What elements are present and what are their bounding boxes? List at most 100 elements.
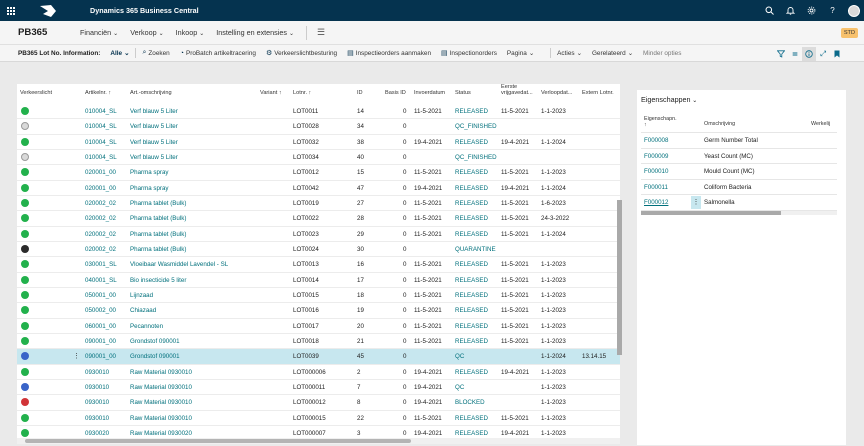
- vertical-scrollbar[interactable]: [617, 200, 622, 355]
- status-cell[interactable]: QC: [455, 384, 464, 391]
- description-cell[interactable]: Pharma tablet (Bulk): [130, 231, 186, 238]
- table-row[interactable]: 050002_00 Chiazaad LOT0016 19 0 11-5-2021 RELE…: [17, 303, 620, 319]
- status-cell[interactable]: RELEASED: [455, 139, 488, 146]
- inspection-orders-action[interactable]: ▤ Inspectionorders: [441, 49, 497, 58]
- status-cell[interactable]: RELEASED: [455, 277, 488, 284]
- item-no-cell[interactable]: 010004_SL: [85, 154, 117, 161]
- table-row[interactable]: 0930010 Raw Material 0930010 LOT000011 7 0 19…: [17, 380, 620, 396]
- hamburger-icon[interactable]: ☰: [317, 27, 325, 38]
- item-no-cell[interactable]: 010004_SL: [85, 139, 117, 146]
- table-row[interactable]: 020002_02 Pharma tablet (Bulk) LOT0024 30 0 Q…: [17, 242, 620, 258]
- property-row[interactable]: F000008 Germ Number Total: [641, 133, 837, 149]
- description-cell[interactable]: Pecannoten: [130, 323, 163, 330]
- info-pane-icon[interactable]: [802, 46, 816, 61]
- description-cell[interactable]: Pharma tablet (Bulk): [130, 200, 186, 207]
- status-cell[interactable]: RELEASED: [455, 108, 488, 115]
- traffic-light-control-action[interactable]: ⚙ Verkeerslichtbesturing: [266, 49, 337, 58]
- item-no-cell[interactable]: 020002_02: [85, 200, 116, 207]
- column-header-expiry[interactable]: Verloopdat...: [541, 90, 572, 96]
- item-no-cell[interactable]: 010004_SL: [85, 108, 117, 115]
- fewer-options-button[interactable]: Minder opties: [643, 50, 681, 57]
- status-cell[interactable]: QC_FINISHED: [455, 123, 497, 130]
- description-cell[interactable]: Chiazaad: [130, 307, 156, 314]
- status-cell[interactable]: QC: [455, 353, 464, 360]
- item-no-cell[interactable]: 020002_02: [85, 215, 116, 222]
- item-no-cell[interactable]: 0930010: [85, 369, 109, 376]
- description-cell[interactable]: Grondstof 090001: [130, 338, 180, 345]
- status-cell[interactable]: RELEASED: [455, 261, 488, 268]
- column-header-id[interactable]: ID: [357, 90, 363, 96]
- status-cell[interactable]: QC_FINISHED: [455, 154, 497, 161]
- column-header-actual[interactable]: Werkelij: [811, 121, 830, 127]
- expand-icon[interactable]: ⤢: [816, 47, 830, 61]
- factbox-scrollbar[interactable]: [641, 211, 837, 215]
- table-row[interactable]: 010004_SL Verf blauw 5 Liter LOT0028 34 0 QC_…: [17, 119, 620, 135]
- nav-item-instelling[interactable]: Instelling en extensies: [216, 28, 294, 37]
- page-menu[interactable]: Pagina: [507, 49, 534, 57]
- bookmark-icon[interactable]: [830, 47, 844, 61]
- table-row[interactable]: 040001_SL Bio insecticide 5 liter LOT0014 1…: [17, 273, 620, 288]
- column-header-basis-id[interactable]: Basis ID: [385, 90, 406, 96]
- status-cell[interactable]: RELEASED: [455, 369, 488, 376]
- description-cell[interactable]: Pharma tablet (Bulk): [130, 246, 186, 253]
- column-header-variant[interactable]: Variant ↑: [260, 90, 282, 96]
- item-no-cell[interactable]: 020002_02: [85, 246, 116, 253]
- avatar[interactable]: [848, 4, 860, 17]
- description-cell[interactable]: Verf blauw 5 Liter: [130, 139, 178, 146]
- table-row[interactable]: 010004_SL Verf blauw 5 Liter LOT0034 40 0 QC_…: [17, 150, 620, 166]
- table-row[interactable]: 020002_02 Pharma tablet (Bulk) LOT0022 28 0 1…: [17, 211, 620, 227]
- table-row[interactable]: 060001_00 Pecannoten LOT0017 20 0 11-5-2021 RE…: [17, 319, 620, 334]
- status-cell[interactable]: RELEASED: [455, 292, 488, 299]
- table-row[interactable]: 020001_00 Pharma spray LOT0042 47 0 19-4-2021…: [17, 181, 620, 196]
- description-cell[interactable]: Raw Material 0930020: [130, 430, 192, 437]
- table-row[interactable]: 010004_SL Verf blauw 5 Liter LOT0011 14 0 11-…: [17, 104, 620, 120]
- property-code-link[interactable]: F000012: [644, 199, 668, 206]
- description-cell[interactable]: Raw Material 0930010: [130, 369, 192, 376]
- factbox-title[interactable]: Eigenschappen: [641, 95, 697, 104]
- status-cell[interactable]: RELEASED: [455, 185, 488, 192]
- item-no-cell[interactable]: 050002_00: [85, 307, 116, 314]
- item-no-cell[interactable]: 020001_00: [85, 185, 116, 192]
- scrollbar-thumb[interactable]: [25, 439, 411, 443]
- property-code-link[interactable]: F000009: [644, 153, 668, 160]
- status-cell[interactable]: RELEASED: [455, 323, 488, 330]
- status-cell[interactable]: RELEASED: [455, 430, 488, 437]
- description-cell[interactable]: Raw Material 0930010: [130, 384, 192, 391]
- description-cell[interactable]: Raw Material 0930010: [130, 399, 192, 406]
- actions-menu[interactable]: Acties: [557, 49, 582, 57]
- probatch-tracing-action[interactable]: ◔ ProBatch artikeltracering: [180, 50, 256, 57]
- table-row[interactable]: 020002_02 Pharma tablet (Bulk) LOT0023 29 0 1…: [17, 227, 620, 242]
- view-filter-dropdown[interactable]: Alle: [110, 49, 129, 57]
- item-no-cell[interactable]: 040001_SL: [85, 277, 117, 284]
- nav-item-inkoop[interactable]: Inkoop: [176, 28, 205, 37]
- item-no-cell[interactable]: 050001_00: [85, 292, 116, 299]
- description-cell[interactable]: Verf blauw 5 Liter: [130, 123, 178, 130]
- table-row[interactable]: 020002_02 Pharma tablet (Bulk) LOT0019 27 0 1…: [17, 196, 620, 212]
- description-cell[interactable]: Pharma spray: [130, 169, 169, 176]
- status-cell[interactable]: QUARANTINE: [455, 246, 496, 253]
- description-cell[interactable]: Raw Material 0930010: [130, 415, 192, 422]
- column-header-description[interactable]: Art.-omschrijving: [130, 90, 172, 96]
- column-header-entry-date[interactable]: Invoerdatum: [414, 90, 445, 96]
- column-header-traffic-light[interactable]: Verkeerslicht: [20, 90, 52, 96]
- table-row[interactable]: ⋮ 090001_00 Grondstof 090001 LOT0039 45 0 QC 1-…: [17, 349, 620, 365]
- search-icon[interactable]: [759, 0, 780, 21]
- description-cell[interactable]: Bio insecticide 5 liter: [130, 277, 186, 284]
- column-header-status[interactable]: Status: [455, 90, 471, 96]
- item-no-cell[interactable]: 060001_00: [85, 323, 116, 330]
- description-cell[interactable]: Grondstof 090001: [130, 353, 180, 360]
- status-cell[interactable]: RELEASED: [455, 338, 488, 345]
- status-cell[interactable]: RELEASED: [455, 231, 488, 238]
- item-no-cell[interactable]: 0930010: [85, 384, 109, 391]
- column-header-lot-no[interactable]: Lotnr. ↑: [293, 90, 311, 96]
- column-header-first-release[interactable]: Eerste vrijgavedat...: [501, 84, 535, 96]
- status-cell[interactable]: RELEASED: [455, 169, 488, 176]
- company-name[interactable]: PB365: [18, 27, 70, 38]
- column-header-property-desc[interactable]: Omschrijving: [704, 121, 735, 127]
- horizontal-scrollbar[interactable]: [17, 438, 620, 444]
- description-cell[interactable]: Pharma spray: [130, 185, 169, 192]
- item-no-cell[interactable]: 020002_02: [85, 231, 116, 238]
- table-row[interactable]: 050001_00 Lijnzaad LOT0015 18 0 11-5-2021 RELE…: [17, 288, 620, 304]
- status-cell[interactable]: BLOCKED: [455, 399, 485, 406]
- table-row[interactable]: 0930010 Raw Material 0930010 LOT000015 22 0 1…: [17, 411, 620, 426]
